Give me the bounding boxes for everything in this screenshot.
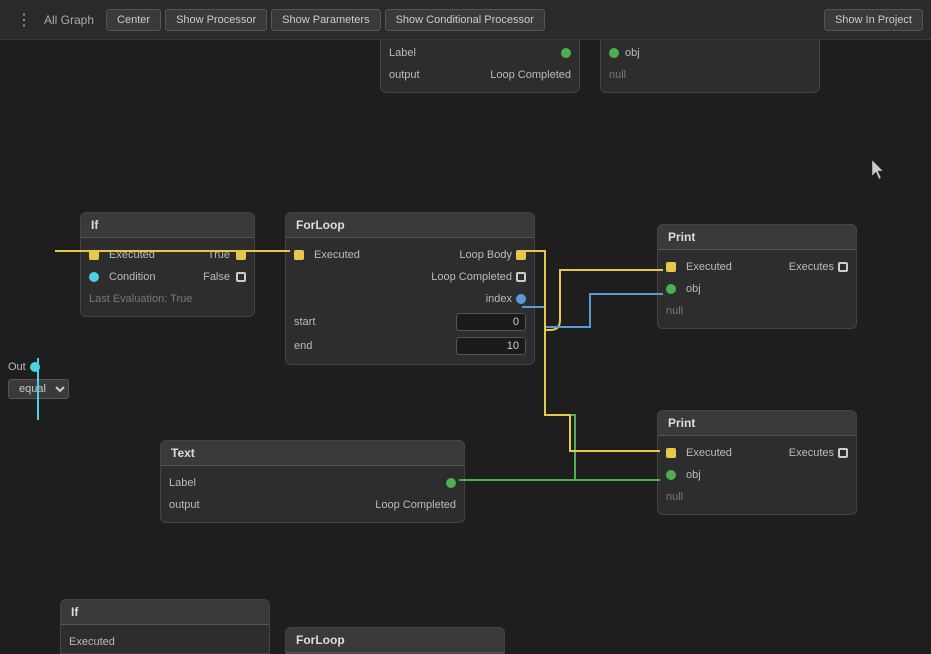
print-top-executes-label: Executes [789, 261, 834, 273]
text-label-row: Label [161, 472, 464, 494]
equal-select[interactable]: equal [8, 379, 69, 399]
forloop-node: ForLoop Executed Loop Body Loop Complete… [285, 212, 535, 365]
print-bottom-obj-row: obj [658, 464, 856, 486]
print-top-executed-in-port[interactable] [666, 262, 676, 272]
print-bottom-executed-label: Executed [686, 447, 732, 459]
null-label: null [609, 69, 626, 81]
print-bottom-executes-port[interactable] [838, 448, 848, 458]
forloop-end-label: end [294, 340, 312, 352]
partial-if-executed-label: Executed [69, 636, 115, 648]
if-node-header: If [81, 213, 254, 238]
forloop-executed-in-port[interactable] [294, 250, 304, 260]
print-bottom-null-row: null [658, 486, 856, 508]
if-condition-row: Condition False [81, 266, 254, 288]
show-parameters-button[interactable]: Show Parameters [271, 9, 380, 31]
if-true-port[interactable] [236, 250, 246, 260]
print-bottom-executed-row: Executed Executes [658, 442, 856, 464]
label-port[interactable] [561, 48, 571, 58]
print-top-header: Print [658, 225, 856, 250]
text-node: Text Label output Loop Completed [160, 440, 465, 523]
text-label-port[interactable] [446, 478, 456, 488]
forloop-start-row: start [286, 310, 534, 334]
text-output-value: Loop Completed [375, 499, 456, 511]
obj-port[interactable] [609, 48, 619, 58]
if-last-eval-label: Last Evaluation: True [89, 293, 192, 305]
forloop-loop-completed-port[interactable] [516, 272, 526, 282]
forloop-executed-label: Executed [314, 249, 360, 261]
partial-if-bottom-row: Executed [61, 631, 269, 653]
print-top-obj-label: obj [686, 283, 701, 295]
cursor [872, 160, 884, 172]
if-false-port[interactable] [236, 272, 246, 282]
if-executed-label: Executed [109, 249, 155, 261]
print-bottom-obj-label: obj [686, 469, 701, 481]
label-label: Label [389, 47, 416, 59]
print-top-obj-port[interactable] [666, 284, 676, 294]
out-label: Out [8, 361, 26, 373]
partial-forloop-bottom: ForLoop [285, 627, 505, 654]
toolbar-title: All Graph [44, 13, 94, 27]
forloop-loop-completed-label: Loop Completed [431, 271, 512, 283]
partial-forloop-bottom-header: ForLoop [286, 628, 504, 653]
print-top-null-label: null [666, 305, 683, 317]
partial-if-bottom: If Executed [60, 599, 270, 654]
forloop-header: ForLoop [286, 213, 534, 238]
if-false-label: False [203, 271, 230, 283]
print-bottom-header: Print [658, 411, 856, 436]
if-executed-in-port[interactable] [89, 250, 99, 260]
output-value: Loop Completed [490, 69, 571, 81]
print-top-null-row: null [658, 300, 856, 322]
forloop-start-input[interactable] [456, 313, 526, 331]
menu-icon[interactable]: ⋮ [8, 10, 40, 30]
forloop-start-label: start [294, 316, 315, 328]
print-top-executed-row: Executed Executes [658, 256, 856, 278]
print-bottom-executes-label: Executes [789, 447, 834, 459]
print-bottom-node: Print Executed Executes obj null [657, 410, 857, 515]
print-top-executed-label: Executed [686, 261, 732, 273]
if-condition-port[interactable] [89, 272, 99, 282]
if-condition-label: Condition [109, 271, 155, 283]
text-output-row: output Loop Completed [161, 494, 464, 516]
forloop-loop-body-label: Loop Body [459, 249, 512, 261]
forloop-executed-row: Executed Loop Body [286, 244, 534, 266]
print-top-executes-port[interactable] [838, 262, 848, 272]
if-true-label: True [208, 249, 230, 261]
if-node: If Executed True Condition False [80, 212, 255, 317]
toolbar: ⋮ All Graph Center Show Processor Show P… [0, 0, 931, 40]
forloop-loop-body-port[interactable] [516, 250, 526, 260]
text-header: Text [161, 441, 464, 466]
show-processor-button[interactable]: Show Processor [165, 9, 267, 31]
partial-top-right2-node: obj null [600, 40, 820, 93]
print-bottom-null-label: null [666, 491, 683, 503]
print-bottom-obj-port[interactable] [666, 470, 676, 480]
text-label-label: Label [169, 477, 196, 489]
obj-row: obj [601, 42, 819, 64]
print-bottom-executed-in-port[interactable] [666, 448, 676, 458]
partial-top-right-node: Label output Loop Completed [380, 40, 580, 93]
forloop-loop-completed-row: Loop Completed [286, 266, 534, 288]
forloop-index-row: index [286, 288, 534, 310]
forloop-end-input[interactable] [456, 337, 526, 355]
label-row: Label [381, 42, 579, 64]
if-executed-row: Executed True [81, 244, 254, 266]
print-top-obj-row: obj [658, 278, 856, 300]
text-output-label: output [169, 499, 200, 511]
show-conditional-processor-button[interactable]: Show Conditional Processor [385, 9, 545, 31]
forloop-index-port[interactable] [516, 294, 526, 304]
center-button[interactable]: Center [106, 9, 161, 31]
if-last-eval-row: Last Evaluation: True [81, 288, 254, 310]
forloop-end-row: end [286, 334, 534, 358]
output-row: output Loop Completed [381, 64, 579, 86]
null-row: null [601, 64, 819, 86]
obj-label: obj [625, 47, 640, 59]
out-port[interactable] [30, 362, 40, 372]
forloop-index-label: index [486, 293, 512, 305]
partial-left-node: Out equal [0, 358, 77, 402]
show-in-project-button[interactable]: Show In Project [824, 9, 923, 31]
output-label: output [389, 69, 420, 81]
print-top-node: Print Executed Executes obj null [657, 224, 857, 329]
partial-if-bottom-header: If [61, 600, 269, 625]
graph-canvas[interactable]: Label output Loop Completed obj null If [0, 40, 931, 654]
